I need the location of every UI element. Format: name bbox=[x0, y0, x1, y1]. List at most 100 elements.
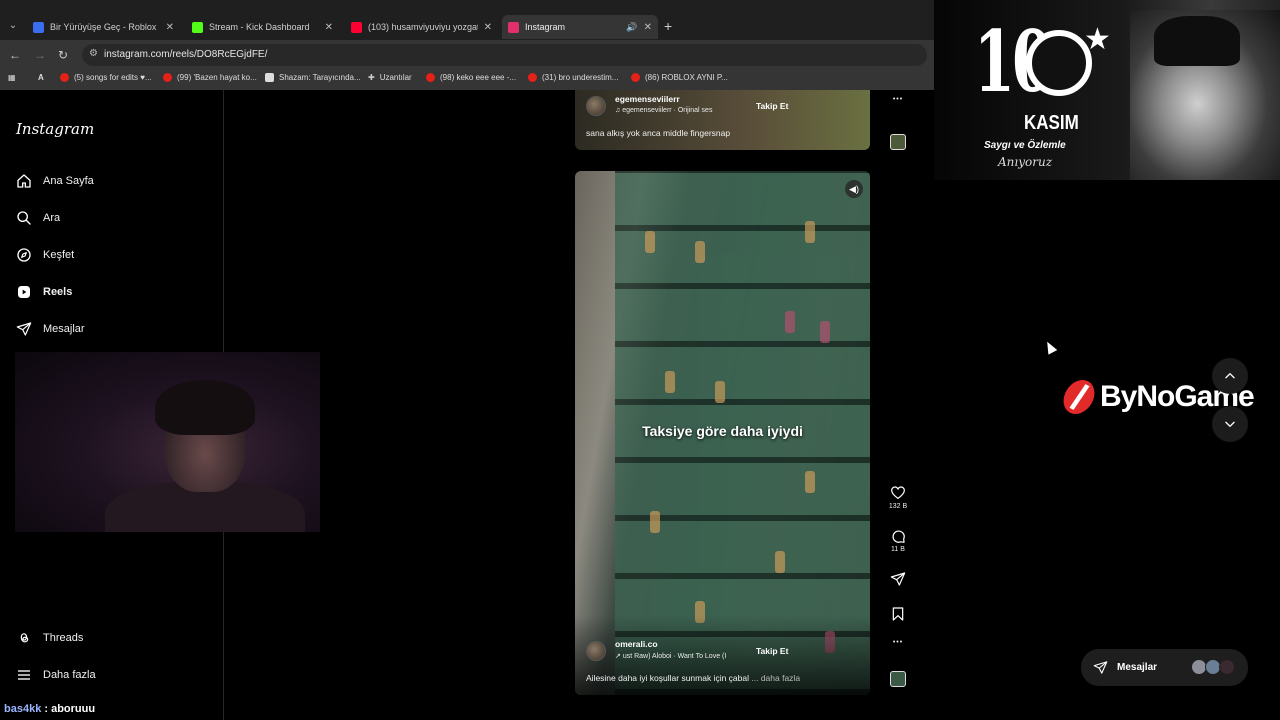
mouse-cursor-icon bbox=[1042, 339, 1058, 355]
follow-button[interactable]: Takip Et bbox=[756, 646, 788, 656]
chevron-up-icon bbox=[1225, 373, 1235, 379]
speaker-icon[interactable]: 🔊 bbox=[626, 22, 637, 33]
tab-title: (103) husamviyuviyu yozgat - Y bbox=[368, 22, 478, 32]
messages-label: Mesajlar bbox=[1117, 662, 1158, 673]
reel-audio[interactable]: ↗ ust Raw) Aloboi · Want To Love (I bbox=[615, 652, 726, 660]
follow-button[interactable]: Takip Et bbox=[756, 101, 788, 111]
share-button[interactable] bbox=[884, 571, 912, 587]
chat-username: bas4kk bbox=[4, 703, 42, 715]
close-tab-icon[interactable]: ✕ bbox=[484, 22, 492, 33]
more-link[interactable]: ... daha fazla bbox=[751, 673, 800, 683]
bookmark-shazam[interactable]: Shazam: Tarayıcında... bbox=[265, 73, 361, 82]
clock-icon bbox=[1026, 30, 1092, 96]
compass-icon bbox=[17, 248, 31, 262]
video-subtitle: Taksiye göre daha iyiydi bbox=[642, 423, 803, 439]
next-reel-button[interactable] bbox=[1212, 406, 1248, 442]
puzzle-icon: ✚ bbox=[368, 73, 375, 82]
avatar[interactable] bbox=[586, 641, 606, 661]
messages-button[interactable]: Mesajlar bbox=[1081, 649, 1248, 686]
more-options-icon[interactable]: ••• bbox=[884, 94, 912, 103]
reel-username[interactable]: egemenseviilerr bbox=[615, 94, 680, 104]
sidebar-item-threads[interactable]: Threads bbox=[16, 630, 83, 646]
forward-arrow-icon[interactable]: → bbox=[34, 48, 46, 62]
new-tab-button[interactable]: + bbox=[664, 18, 672, 34]
tab-youtube[interactable]: (103) husamviyuviyu yozgat - Y ✕ bbox=[345, 16, 498, 38]
youtube-icon bbox=[631, 73, 640, 82]
send-icon bbox=[1093, 661, 1108, 674]
banner-kasim: KASIM bbox=[1024, 112, 1079, 134]
tab-title: Bir Yürüyüşe Geç - Roblox bbox=[50, 22, 157, 32]
tab-instagram[interactable]: Instagram 🔊 ✕ bbox=[502, 15, 658, 39]
tab-title: Instagram bbox=[525, 22, 566, 32]
reel-caption[interactable]: Ailesine daha iyi koşullar sunmak için ç… bbox=[586, 673, 800, 683]
avatar[interactable] bbox=[586, 96, 606, 116]
audio-thumbnail[interactable] bbox=[884, 671, 912, 687]
menu-icon bbox=[18, 670, 30, 680]
video-detail bbox=[695, 241, 705, 263]
sidebar-item-label: Daha fazla bbox=[43, 669, 96, 681]
url-text[interactable]: instagram.com/reels/DO8RcEGjdFE/ bbox=[104, 49, 267, 60]
bookmark-a[interactable]: A bbox=[38, 73, 44, 82]
youtube-icon bbox=[60, 73, 69, 82]
bookmark-label: Uzantılar bbox=[379, 73, 412, 82]
close-tab-icon[interactable]: ✕ bbox=[325, 22, 333, 33]
sidebar-item-home[interactable]: Ana Sayfa bbox=[16, 173, 94, 189]
bookmark-roblox[interactable]: (86) ROBLOX AYNI P... bbox=[631, 73, 728, 82]
youtube-icon bbox=[163, 73, 172, 82]
webcam-person-hair bbox=[155, 380, 255, 435]
banner-saygi: Saygı ve Özlemle bbox=[984, 140, 1066, 151]
reload-icon[interactable]: ↻ bbox=[58, 48, 68, 62]
bookmark-keko[interactable]: (98) keko eee eee -... bbox=[426, 73, 516, 82]
address-toolbar: ← → ↻ ⚙ instagram.com/reels/DO8RcEGjdFE/ bbox=[0, 40, 934, 70]
bookmark-label: (31) bro underestim... bbox=[542, 73, 619, 82]
comment-icon bbox=[892, 530, 905, 543]
close-tab-icon[interactable]: ✕ bbox=[166, 22, 174, 33]
close-tab-icon[interactable]: ✕ bbox=[644, 22, 652, 33]
previous-reel-button[interactable] bbox=[1212, 358, 1248, 394]
audio-thumb-icon bbox=[890, 134, 906, 150]
site-settings-icon[interactable]: ⚙ bbox=[89, 48, 98, 59]
sidebar-item-label: Ara bbox=[43, 212, 61, 224]
bookmark-bazen-hayat[interactable]: (99) 'Bazen hayat ko... bbox=[163, 73, 257, 82]
bookmark-label: (98) keko eee eee -... bbox=[440, 73, 517, 82]
avatar bbox=[1219, 659, 1235, 675]
reel-previous[interactable]: egemenseviilerr ♫ egemenseviilerr · Orij… bbox=[575, 90, 870, 150]
chat-separator: : bbox=[41, 703, 52, 715]
save-button[interactable] bbox=[884, 606, 912, 622]
reel-caption[interactable]: sana alkış yok anca middle fingersnap bbox=[586, 128, 730, 138]
bookmark-bro[interactable]: (31) bro underestim... bbox=[528, 73, 618, 82]
sidebar-item-more[interactable]: Daha fazla bbox=[16, 667, 96, 683]
volume-icon[interactable]: ◀) bbox=[845, 180, 863, 198]
audio-thumbnail[interactable] bbox=[884, 134, 912, 150]
reel-current[interactable]: ◀) Taksiye göre daha iyiydi omerali.co ↗… bbox=[575, 171, 870, 695]
reel-username[interactable]: omerali.co bbox=[615, 639, 658, 649]
sidebar-item-reels[interactable]: Reels bbox=[16, 284, 72, 300]
webcam-overlay bbox=[15, 352, 320, 532]
instagram-logo[interactable]: Instagram bbox=[16, 120, 94, 138]
video-detail bbox=[805, 471, 815, 493]
more-options-icon[interactable]: ••• bbox=[884, 637, 912, 646]
youtube-favicon-icon bbox=[351, 21, 362, 33]
tab-title: Stream - Kick Dashboard bbox=[209, 22, 310, 32]
sidebar-item-messages[interactable]: Mesajlar bbox=[16, 321, 85, 337]
tab-kick-dashboard[interactable]: Stream - Kick Dashboard ✕ bbox=[186, 16, 339, 38]
tab-roblox[interactable]: Bir Yürüyüşe Geç - Roblox ✕ bbox=[27, 16, 180, 38]
kick-favicon-icon bbox=[192, 21, 203, 33]
sidebar-item-explore[interactable]: Keşfet bbox=[16, 247, 74, 263]
stream-chat-message: bas4kk : aboruuu bbox=[4, 703, 95, 715]
bookmarks-bar: ▦ A (5) songs for edits ♥... (99) 'Bazen… bbox=[0, 70, 934, 90]
tab-search-chevron-icon[interactable]: ⌄ bbox=[5, 18, 21, 34]
shazam-icon bbox=[265, 73, 274, 82]
bookmark-songs[interactable]: (5) songs for edits ♥... bbox=[60, 73, 152, 82]
video-detail bbox=[775, 551, 785, 573]
apps-grid-icon[interactable]: ▦ bbox=[8, 73, 16, 82]
url-bar[interactable]: ⚙ instagram.com/reels/DO8RcEGjdFE/ bbox=[82, 44, 927, 66]
reel-audio[interactable]: ♫ egemenseviilerr · Orijinal ses bbox=[615, 107, 712, 114]
sidebar-item-search[interactable]: Ara bbox=[16, 210, 60, 226]
bookmark-uzantilar[interactable]: ✚ Uzantılar bbox=[368, 73, 412, 82]
like-button[interactable]: 132 B bbox=[884, 485, 912, 510]
back-arrow-icon[interactable]: ← bbox=[9, 48, 21, 62]
like-count: 132 B bbox=[888, 503, 908, 510]
comment-button[interactable]: 11 B bbox=[884, 528, 912, 553]
youtube-icon bbox=[426, 73, 435, 82]
